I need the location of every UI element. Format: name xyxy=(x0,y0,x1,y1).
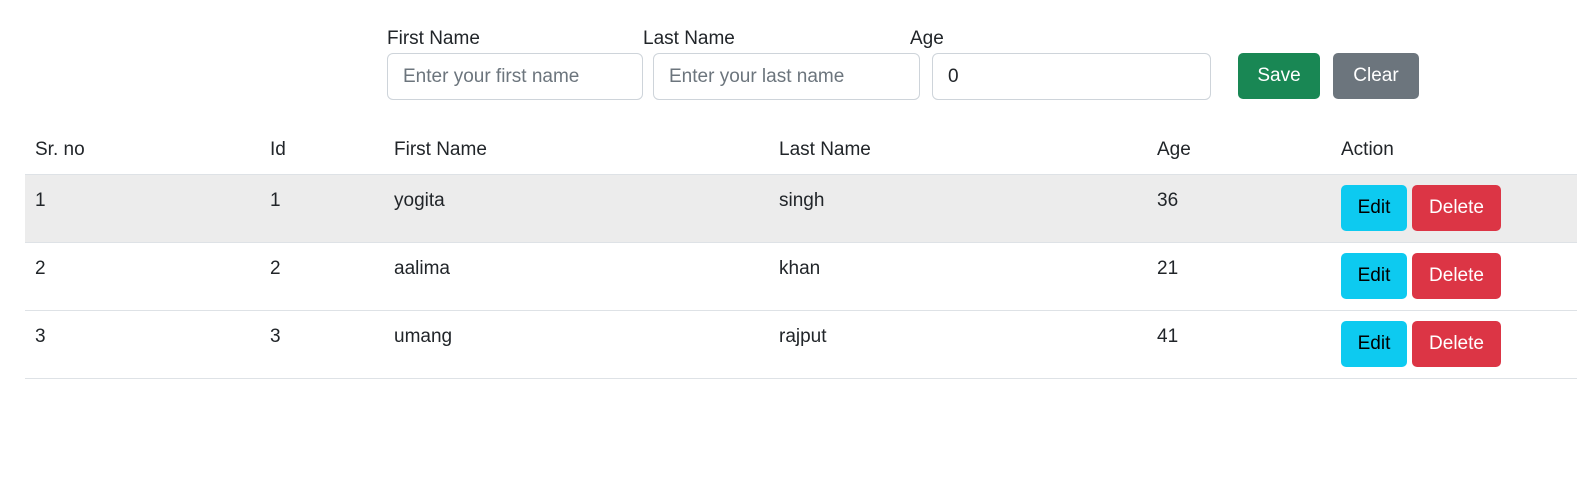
page: First Name Last Name Age Save Clear Sr. … xyxy=(0,0,1577,477)
cell-sr-no: 3 xyxy=(35,326,46,347)
cell-first-name: aalima xyxy=(394,258,450,279)
table-row: 3 3 umang rajput 41 Edit Delete xyxy=(25,311,1577,379)
header-age: Age xyxy=(1157,139,1191,160)
header-first-name: First Name xyxy=(394,139,487,160)
delete-button[interactable]: Delete xyxy=(1412,185,1501,231)
cell-sr-no: 1 xyxy=(35,190,46,211)
table-row: 2 2 aalima khan 21 Edit Delete xyxy=(25,243,1577,311)
age-label: Age xyxy=(910,28,944,49)
cell-last-name: khan xyxy=(779,258,821,279)
edit-button[interactable]: Edit xyxy=(1341,185,1407,231)
cell-id: 3 xyxy=(270,326,281,347)
cell-first-name: yogita xyxy=(394,190,445,211)
last-name-input[interactable] xyxy=(653,53,920,100)
first-name-label: First Name xyxy=(387,28,480,49)
age-input[interactable] xyxy=(932,53,1211,100)
save-button[interactable]: Save xyxy=(1238,53,1320,99)
cell-age: 21 xyxy=(1157,258,1179,279)
clear-button[interactable]: Clear xyxy=(1333,53,1419,99)
delete-button[interactable]: Delete xyxy=(1412,321,1501,367)
table-header-row: Sr. no Id First Name Last Name Age Actio… xyxy=(25,126,1577,175)
cell-id: 2 xyxy=(270,258,281,279)
header-last-name: Last Name xyxy=(779,139,871,160)
cell-id: 1 xyxy=(270,190,281,211)
edit-button[interactable]: Edit xyxy=(1341,253,1407,299)
cell-first-name: umang xyxy=(394,326,453,347)
edit-button[interactable]: Edit xyxy=(1341,321,1407,367)
header-action: Action xyxy=(1341,139,1394,160)
last-name-label: Last Name xyxy=(643,28,735,49)
delete-button[interactable]: Delete xyxy=(1412,253,1501,299)
cell-age: 41 xyxy=(1157,326,1179,347)
cell-sr-no: 2 xyxy=(35,258,46,279)
first-name-input[interactable] xyxy=(387,53,643,100)
header-id: Id xyxy=(270,139,286,160)
header-sr-no: Sr. no xyxy=(35,139,85,160)
users-table: Sr. no Id First Name Last Name Age Actio… xyxy=(25,126,1577,379)
table-row: 1 1 yogita singh 36 Edit Delete xyxy=(25,175,1577,243)
cell-last-name: rajput xyxy=(779,326,827,347)
cell-last-name: singh xyxy=(779,190,825,211)
cell-age: 36 xyxy=(1157,190,1179,211)
